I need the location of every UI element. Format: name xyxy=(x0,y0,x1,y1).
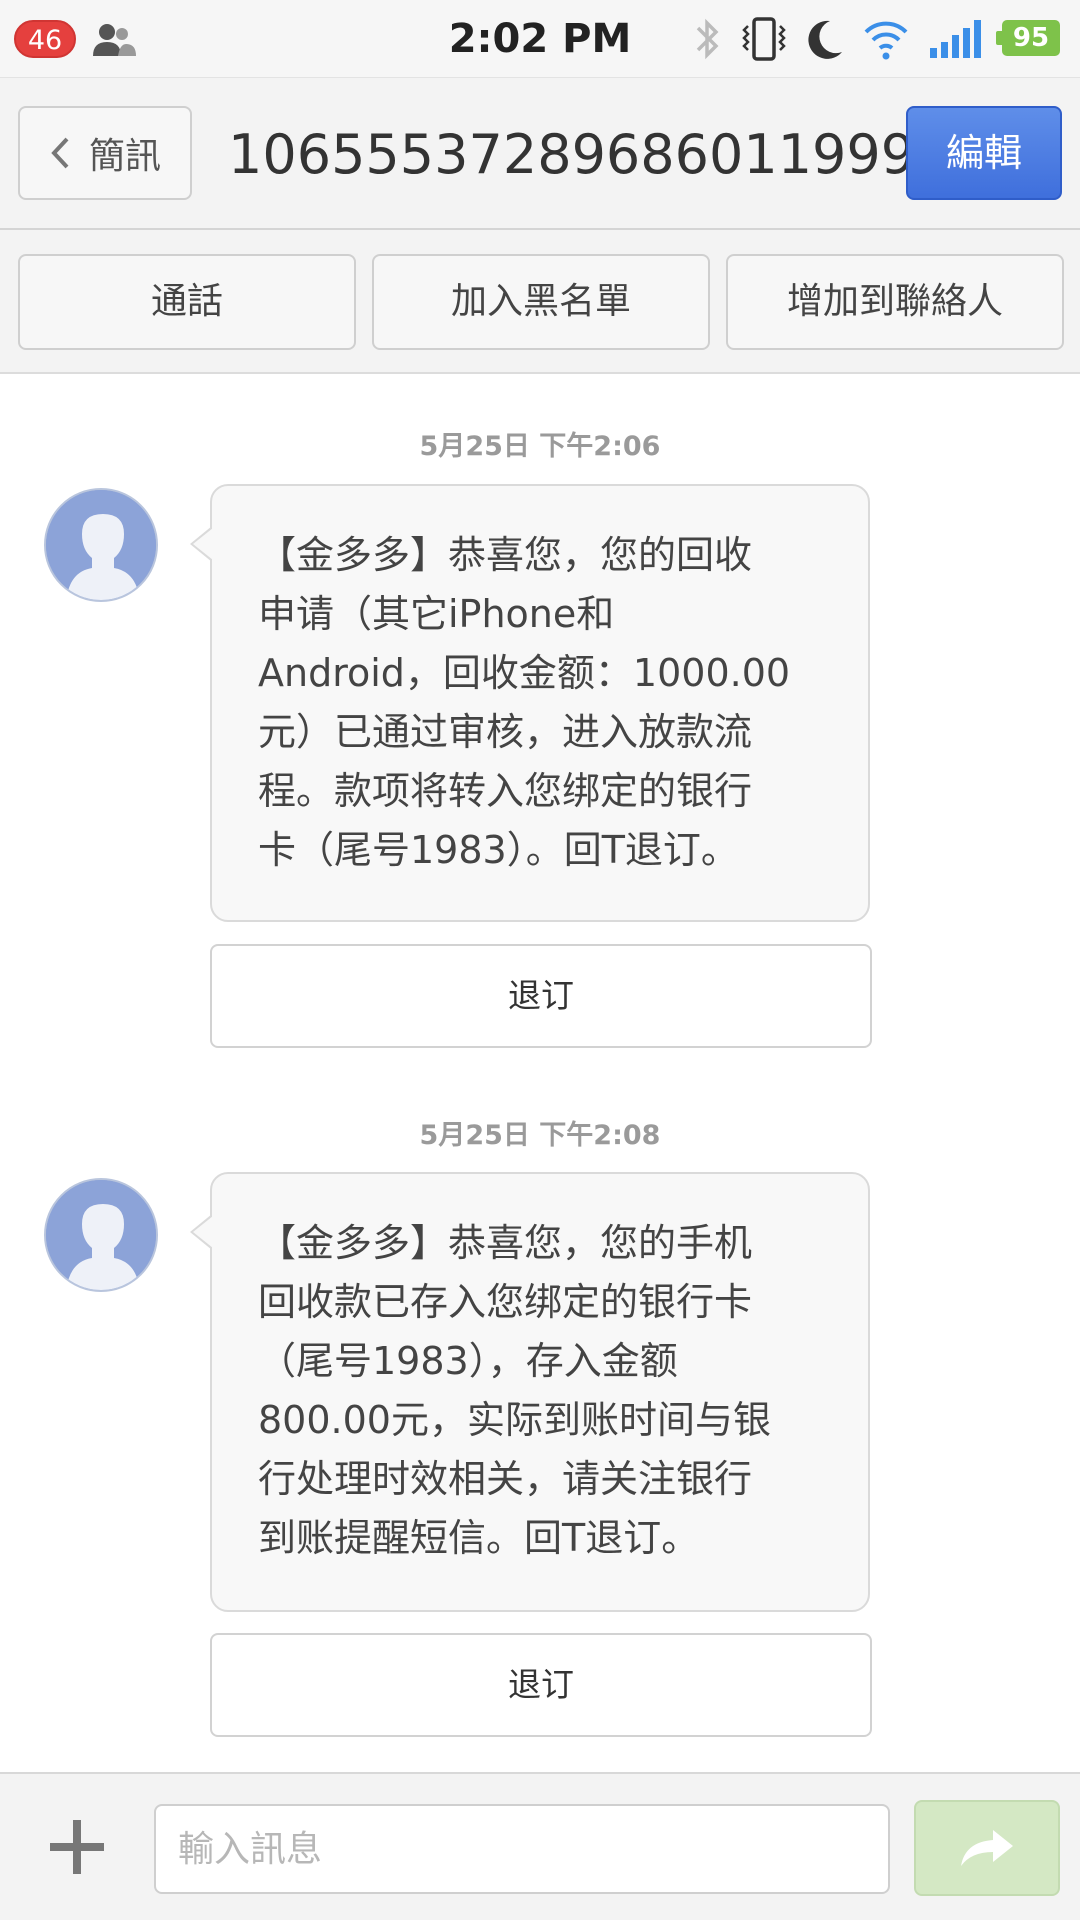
person-icon xyxy=(46,490,156,600)
person-icon xyxy=(46,1180,156,1290)
clock: 2:02 PM xyxy=(448,16,632,62)
page-title: 10655537289686011999 xyxy=(228,123,916,186)
message-line: 到账提醒短信。回T退订。 xyxy=(258,1516,700,1560)
message-line: Android，回收金额：1000.00 xyxy=(258,651,791,695)
battery-icon: 95 xyxy=(996,20,1060,56)
message-line: 申请（其它iPhone和 xyxy=(258,592,615,636)
back-button-label: 簡訊 xyxy=(88,136,161,177)
conversation-header: 簡訊 10655537289686011999 編輯 xyxy=(0,78,1080,230)
message-line: 800.00元，实际到账时间与银 xyxy=(258,1398,771,1442)
add-to-blacklist-button[interactable]: 加入黑名單 xyxy=(372,254,710,350)
back-button[interactable]: 簡訊 xyxy=(18,106,192,200)
send-arrow-icon xyxy=(961,1830,1013,1866)
message-line: 【金多多】恭喜您，您的回收 xyxy=(258,533,753,577)
message-bubble: 【金多多】恭喜您，您的回收 申请（其它iPhone和 Android，回收金额：… xyxy=(190,484,870,922)
message-line: 元）已通过审核，进入放款流 xyxy=(258,710,753,754)
message-timestamp: 5月25日 下午2:06 xyxy=(419,431,661,462)
bluetooth-icon xyxy=(696,18,719,60)
call-button[interactable]: 通話 xyxy=(18,254,356,350)
unsubscribe-button[interactable]: 退订 xyxy=(210,944,872,1048)
wifi-icon xyxy=(864,21,908,60)
send-button[interactable] xyxy=(914,1800,1060,1896)
message-line: 回收款已存入您绑定的银行卡 xyxy=(258,1280,753,1324)
vibrate-icon xyxy=(742,17,786,61)
message-line: 卡（尾号1983）。回T退订。 xyxy=(258,828,739,872)
signal-icon xyxy=(930,20,981,58)
plus-icon[interactable] xyxy=(48,1818,106,1876)
compose-bar xyxy=(0,1772,1080,1920)
message-bubble: 【金多多】恭喜您，您的手机 回收款已存入您绑定的银行卡 （尾号1983），存入金… xyxy=(190,1172,870,1612)
status-bar: 46 2:02 PM 95 xyxy=(0,0,1080,78)
add-to-contacts-button[interactable]: 增加到聯絡人 xyxy=(726,254,1064,350)
avatar xyxy=(44,488,158,602)
message-input[interactable] xyxy=(154,1804,890,1894)
message-timestamp: 5月25日 下午2:08 xyxy=(419,1120,661,1151)
edit-button[interactable]: 編輯 xyxy=(906,106,1062,200)
message-line: 行处理时效相关，请关注银行 xyxy=(258,1457,753,1501)
avatar xyxy=(44,1178,158,1292)
message-line: （尾号1983），存入金额 xyxy=(258,1339,678,1383)
message-line: 【金多多】恭喜您，您的手机 xyxy=(258,1221,753,1265)
unsubscribe-button[interactable]: 退订 xyxy=(210,1633,872,1737)
action-bar: 通話 加入黑名單 增加到聯絡人 xyxy=(0,230,1080,374)
chevron-left-icon xyxy=(51,137,69,169)
message-line: 程。款项将转入您绑定的银行 xyxy=(258,769,753,813)
moon-icon xyxy=(808,20,842,59)
